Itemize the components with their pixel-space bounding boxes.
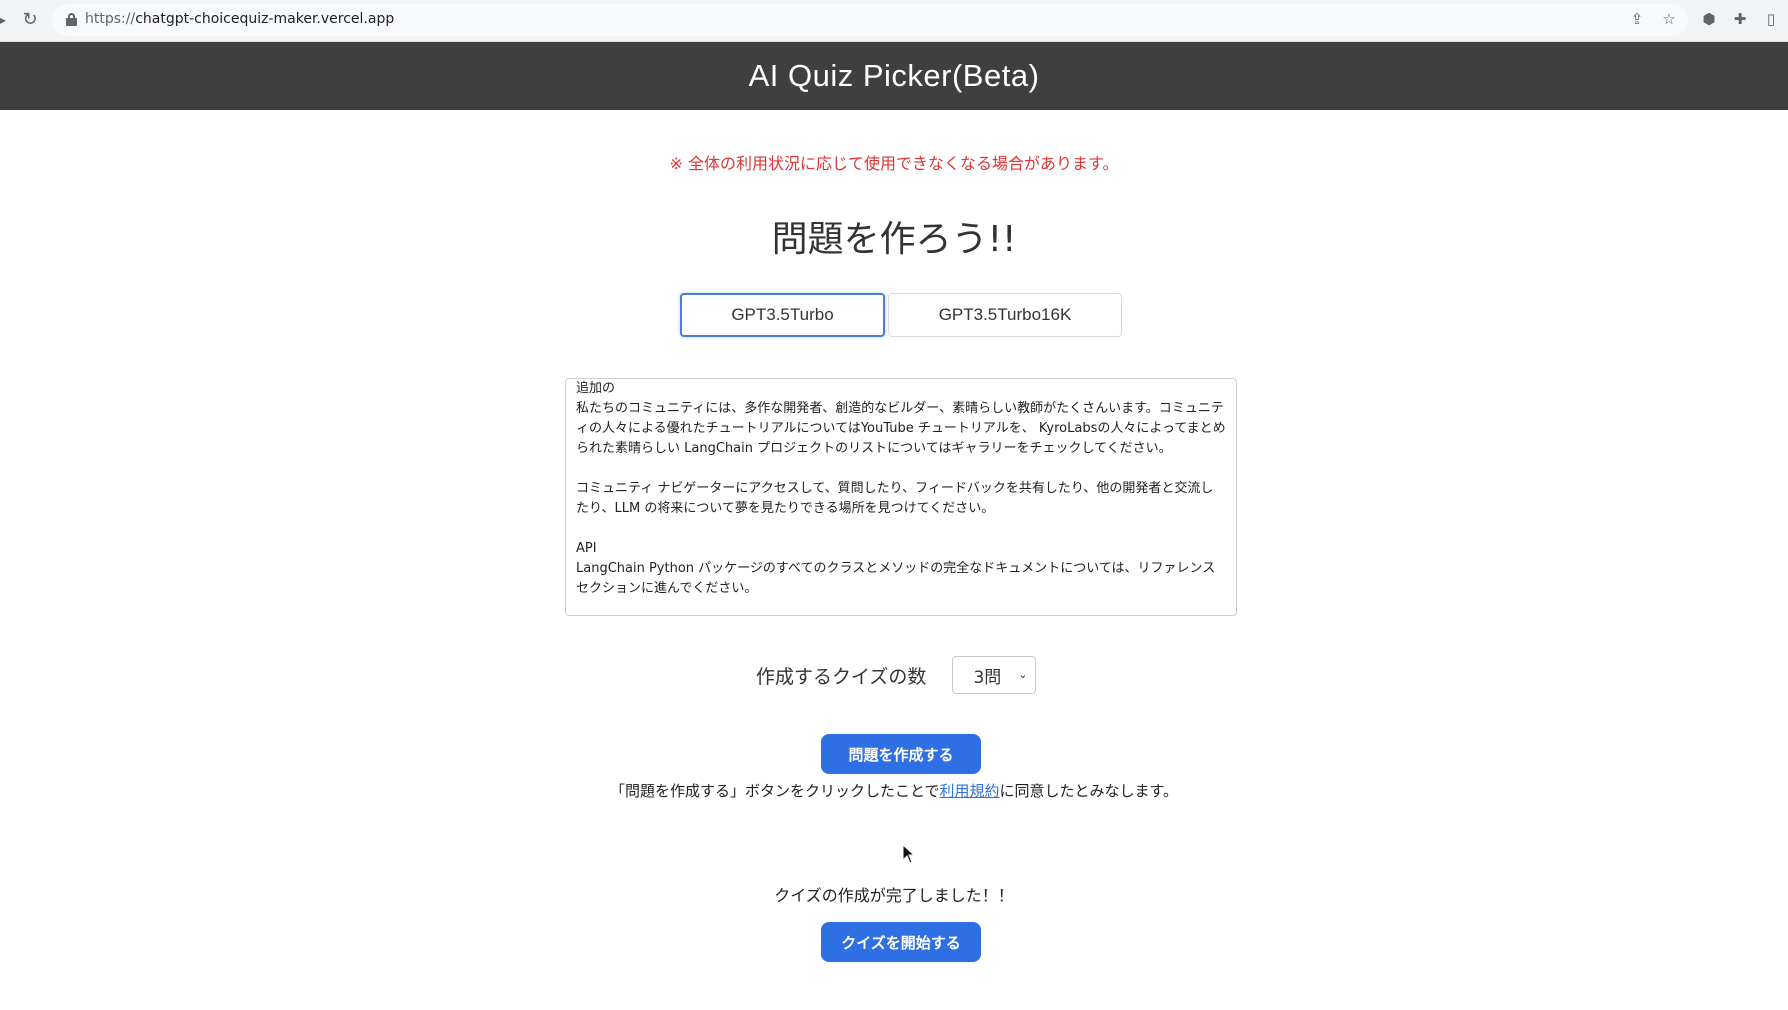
browser-toolbar: ▸ ↻ https://chatgpt-choicequiz-maker.ver…: [0, 0, 1788, 42]
app-title: AI Quiz Picker(Beta): [748, 58, 1040, 93]
star-icon[interactable]: ☆: [1658, 8, 1680, 30]
tab-gpt35turbo[interactable]: GPT3.5Turbo: [680, 293, 885, 337]
page-title: 問題を作ろう!!: [771, 219, 1017, 260]
url-host: chatgpt-choicequiz-maker.vercel.app: [135, 11, 395, 27]
chevron-down-icon: ⌄: [1018, 668, 1028, 681]
app-header: AI Quiz Picker(Beta): [0, 42, 1788, 110]
forward-arrow-icon[interactable]: ▸: [0, 13, 6, 27]
share-icon[interactable]: ⇪: [1626, 8, 1648, 30]
address-bar[interactable]: https://chatgpt-choicequiz-maker.vercel.…: [52, 4, 1688, 36]
terms-link[interactable]: 利用規約: [940, 782, 1000, 800]
done-message: クイズの作成が完了しました！！: [774, 886, 1014, 905]
create-quiz-button[interactable]: 問題を作成する: [821, 734, 981, 774]
reload-icon[interactable]: ↻: [20, 9, 40, 31]
url-text[interactable]: https://chatgpt-choicequiz-maker.vercel.…: [85, 11, 394, 27]
url-scheme: https://: [85, 11, 136, 27]
source-text-area[interactable]: 追加の 私たちのコミュニティには、多作な開発者、創造的なビルダー、素晴らしい教師…: [565, 378, 1237, 616]
lock-icon[interactable]: [66, 13, 77, 26]
tab-gpt35turbo16k[interactable]: GPT3.5Turbo16K: [888, 293, 1122, 337]
model-tabs: GPT3.5Turbo GPT3.5Turbo16K: [680, 293, 1122, 337]
quiz-count-value: 3問: [973, 667, 1002, 688]
extension-hex-icon[interactable]: ⬢: [1698, 8, 1720, 30]
side-panel-icon[interactable]: ▯: [1760, 8, 1782, 30]
puzzle-icon[interactable]: ✚: [1729, 8, 1751, 30]
mouse-cursor-icon: [902, 844, 916, 864]
quiz-count-select[interactable]: 3問 ⌄: [952, 656, 1037, 694]
terms-prefix: 「問題を作成する」ボタンをクリックしたことで: [609, 782, 940, 800]
usage-notice: ※ 全体の利用状況に応じて使用できなくなる場合があります。: [669, 154, 1119, 173]
quiz-count-label: 作成するクイズの数: [756, 665, 927, 688]
terms-notice: 「問題を作成する」ボタンをクリックしたことで利用規約に同意したとみなします。: [0, 780, 1788, 801]
main-content: ※ 全体の利用状況に応じて使用できなくなる場合があります。 問題を作ろう!! G…: [0, 110, 1788, 1010]
quiz-count-row: 作成するクイズの数 3問 ⌄: [756, 656, 1037, 694]
terms-suffix: に同意したとみなします。: [999, 782, 1179, 800]
start-quiz-button[interactable]: クイズを開始する: [821, 922, 981, 962]
